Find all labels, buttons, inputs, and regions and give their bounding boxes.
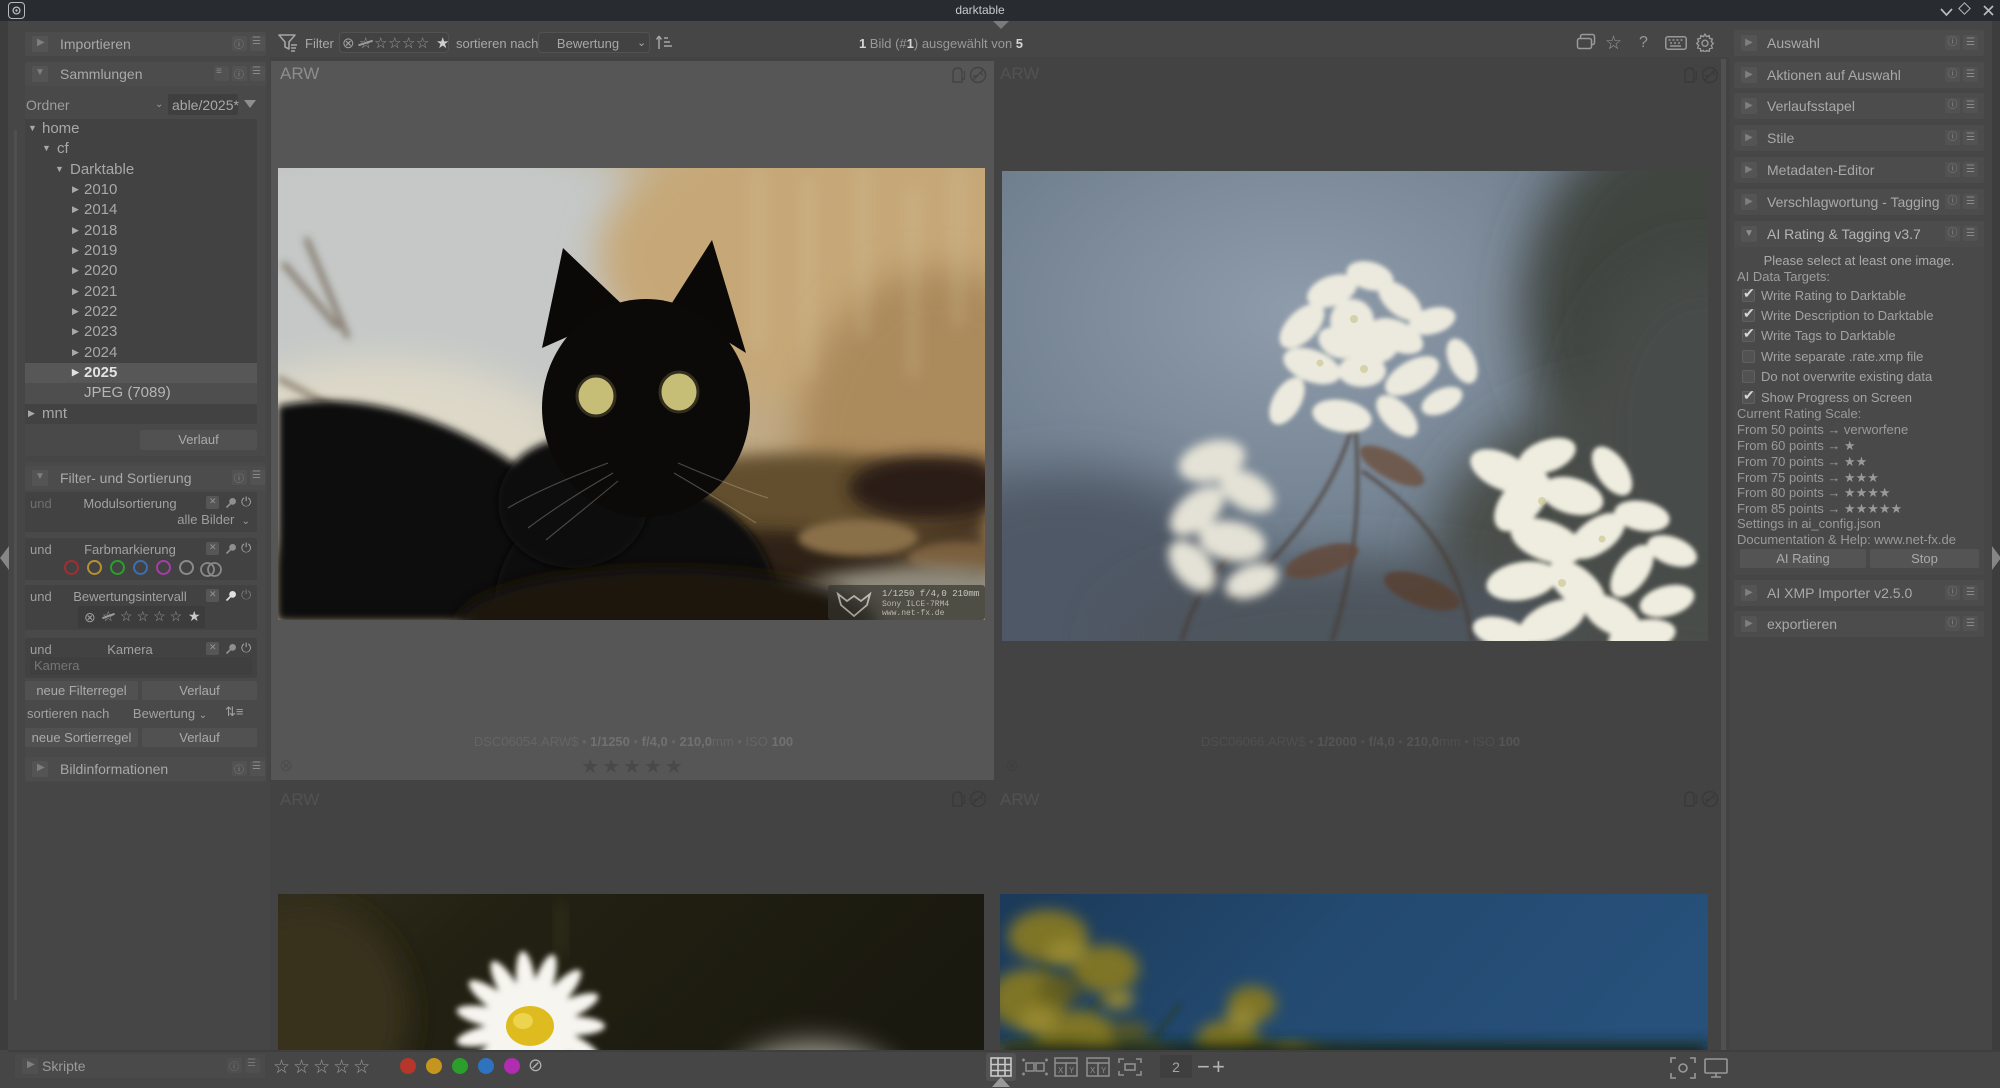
svg-text:X: X — [1090, 1066, 1096, 1075]
svg-text:Sony ILCE-7RM4: Sony ILCE-7RM4 — [882, 600, 949, 609]
svg-text:Y: Y — [1069, 1066, 1075, 1075]
svg-text:1/1250 f/4,0 210mm IS: 1/1250 f/4,0 210mm IS — [882, 589, 985, 599]
svg-text:X: X — [1058, 1066, 1064, 1075]
svg-text:www.net-fx.de: www.net-fx.de — [882, 609, 945, 618]
svg-text:Y: Y — [1101, 1066, 1107, 1075]
